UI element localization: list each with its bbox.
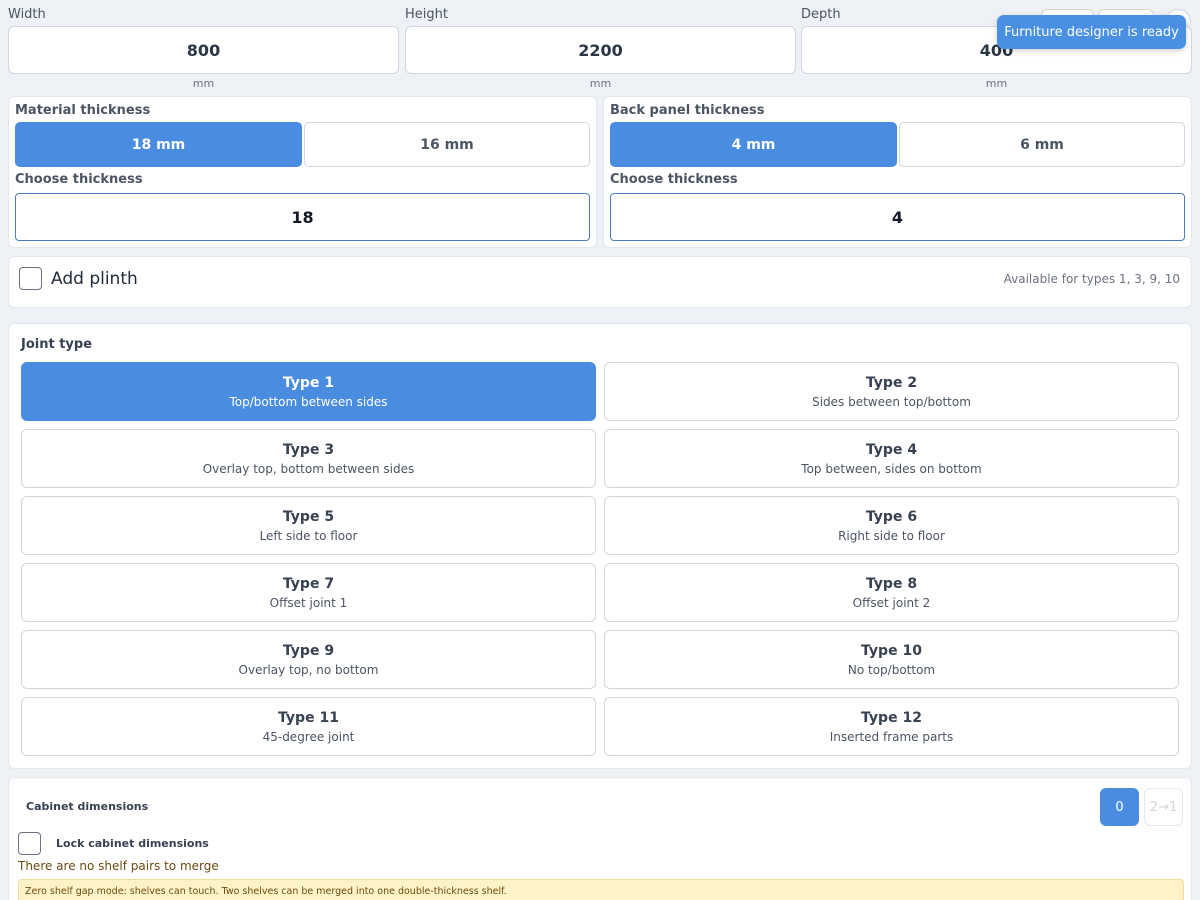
joint-type-card[interactable]: Type 8 Offset joint 2 — [604, 563, 1179, 622]
back-panel-option-6[interactable]: 6 mm — [899, 122, 1185, 167]
width-label: Width — [8, 7, 46, 22]
joint-type-title: Joint type — [21, 337, 93, 352]
back-panel-thickness-panel: Back panel thickness 4 mm 6 mm Choose th… — [603, 96, 1192, 248]
joint-type-card[interactable]: Type 9 Overlay top, no bottom — [21, 630, 596, 689]
joint-type-description: Sides between top/bottom — [812, 394, 971, 409]
joint-type-description: Overlay top, no bottom — [238, 662, 379, 677]
joint-type-name: Type 2 — [865, 374, 918, 391]
joint-type-description: Overlay top, bottom between sides — [202, 461, 415, 476]
merge-status-note: There are no shelf pairs to merge — [18, 859, 219, 873]
joint-type-description: No top/bottom — [847, 662, 936, 677]
joint-type-description: Offset joint 1 — [269, 595, 348, 610]
joint-type-name: Type 9 — [282, 642, 335, 659]
plinth-panel: Add plinth Available for types 1, 3, 9, … — [8, 256, 1192, 308]
material-option-18[interactable]: 18 mm — [15, 122, 302, 167]
joint-type-card[interactable]: Type 4 Top between, sides on bottom — [604, 429, 1179, 488]
plinth-checkbox[interactable] — [19, 267, 42, 290]
height-group: Height 2200 mm — [405, 0, 796, 90]
joint-type-name: Type 3 — [282, 441, 335, 458]
material-choose-label: Choose thickness — [15, 172, 143, 187]
material-option-16[interactable]: 16 mm — [304, 122, 590, 167]
depth-unit: mm — [985, 77, 1008, 90]
cabinet-dimensions-title: Cabinet dimensions — [26, 800, 149, 813]
height-label: Height — [405, 7, 448, 22]
joint-type-description: Right side to floor — [838, 528, 945, 543]
joint-type-name: Type 1 — [282, 374, 335, 391]
lock-dimensions-checkbox[interactable] — [18, 832, 41, 855]
width-unit: mm — [192, 77, 215, 90]
joint-type-name: Type 6 — [865, 508, 918, 525]
joint-type-name: Type 8 — [865, 575, 918, 592]
cabinet-dimensions-panel: Cabinet dimensions 0 2→1 Lock cabinet di… — [8, 777, 1192, 900]
height-input[interactable]: 2200 — [405, 26, 796, 74]
joint-type-description: 45-degree joint — [262, 729, 355, 744]
joint-type-name: Type 10 — [861, 642, 922, 659]
zero-gap-warning: Zero shelf gap mode: shelves can touch. … — [18, 879, 1184, 900]
joint-type-name: Type 12 — [861, 709, 922, 726]
joint-type-card[interactable]: Type 1 Top/bottom between sides — [21, 362, 596, 421]
joint-type-name: Type 5 — [282, 508, 335, 525]
shelf-gap-zero-button[interactable]: 0 — [1100, 788, 1139, 826]
joint-type-card[interactable]: Type 3 Overlay top, bottom between sides — [21, 429, 596, 488]
joint-type-description: Left side to floor — [259, 528, 358, 543]
joint-type-description: Offset joint 2 — [852, 595, 931, 610]
joint-type-card[interactable]: Type 10 No top/bottom — [604, 630, 1179, 689]
joint-type-card[interactable]: Type 2 Sides between top/bottom — [604, 362, 1179, 421]
joint-type-panel: Joint type Type 1 Top/bottom between side… — [8, 323, 1192, 769]
toast-notification: Furniture designer is ready — [997, 15, 1186, 49]
width-input[interactable]: 800 — [8, 26, 399, 74]
joint-type-description: Inserted frame parts — [829, 729, 954, 744]
material-thickness-title: Material thickness — [15, 103, 151, 118]
joint-type-card[interactable]: Type 7 Offset joint 1 — [21, 563, 596, 622]
material-thickness-panel: Material thickness 18 mm 16 mm Choose th… — [8, 96, 597, 248]
joint-type-description: Top between, sides on bottom — [801, 461, 982, 476]
back-panel-choose-label: Choose thickness — [610, 172, 738, 187]
lock-dimensions-label[interactable]: Lock cabinet dimensions — [56, 837, 209, 850]
back-panel-thickness-input[interactable]: 4 — [610, 193, 1185, 241]
height-unit: mm — [589, 77, 612, 90]
width-group: Width 800 mm — [8, 0, 399, 90]
joint-type-name: Type 4 — [865, 441, 918, 458]
merge-shelves-button[interactable]: 2→1 — [1144, 788, 1183, 826]
joint-type-name: Type 7 — [282, 575, 335, 592]
joint-type-name: Type 11 — [278, 709, 339, 726]
joint-type-card[interactable]: Type 12 Inserted frame parts — [604, 697, 1179, 756]
joint-type-card[interactable]: Type 5 Left side to floor — [21, 496, 596, 555]
joint-type-card[interactable]: Type 6 Right side to floor — [604, 496, 1179, 555]
joint-type-description: Top/bottom between sides — [229, 394, 388, 409]
back-panel-title: Back panel thickness — [610, 103, 765, 118]
material-thickness-input[interactable]: 18 — [15, 193, 590, 241]
joint-type-card[interactable]: Type 11 45-degree joint — [21, 697, 596, 756]
back-panel-option-4[interactable]: 4 mm — [610, 122, 897, 167]
plinth-availability-note: Available for types 1, 3, 9, 10 — [1003, 272, 1180, 286]
plinth-label[interactable]: Add plinth — [51, 269, 138, 289]
